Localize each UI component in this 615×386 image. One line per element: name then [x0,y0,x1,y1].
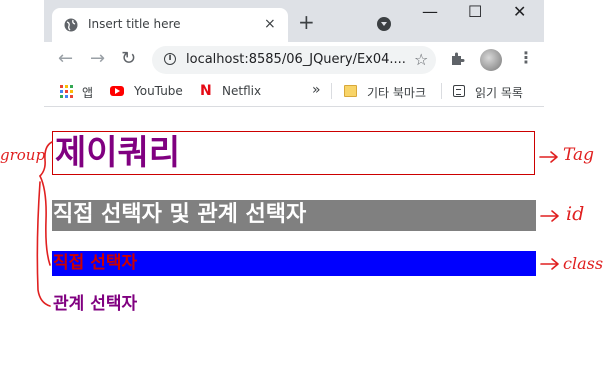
netflix-icon[interactable]: N [200,83,212,99]
bookmarks-divider [441,83,442,99]
tag-arrow [539,151,558,163]
tab-strip: Insert title here × + — ☐ ✕ [44,0,544,42]
maximize-button[interactable]: ☐ [468,4,482,20]
bookmark-reading-list[interactable]: 읽기 목록 [475,84,523,101]
youtube-icon[interactable] [110,86,124,96]
menu-icon[interactable]: ⋮ [518,50,534,66]
url-text[interactable]: localhost:8585/06_JQuery/Ex04.... [186,52,406,67]
new-tab-button[interactable]: + [298,12,315,32]
address-bar[interactable]: i localhost:8585/06_JQuery/Ex04.... ☆ [152,46,436,74]
group-brace [36,181,51,307]
class-annotation: class [563,254,604,273]
bookmarks-more-button[interactable]: » [312,82,321,98]
class-arrow [540,258,559,270]
reload-button[interactable]: ↻ [121,50,136,68]
tab-title: Insert title here [88,17,181,31]
group-brace [39,175,51,266]
tab-close-icon[interactable]: × [264,16,276,32]
globe-icon [64,18,78,32]
bookmark-apps[interactable]: 앱 [82,84,93,101]
id-heading-text: 직접 선택자 및 관계 선택자 [53,202,307,227]
browser-window: Insert title here × + — ☐ ✕ ← → ↻ i loca… [44,0,544,110]
class-text: 직접 선택자 [53,253,138,273]
folder-icon[interactable] [344,85,357,97]
id-annotation: id [566,203,585,225]
reading-list-icon[interactable] [453,85,465,97]
title-tag-box: 제이쿼리 [52,131,535,175]
class-selector-block: 직접 선택자 [52,251,536,276]
close-window-button[interactable]: ✕ [513,4,526,20]
bookmarks-divider [331,83,332,99]
bookmark-netflix[interactable]: Netflix [222,84,261,98]
bookmark-other[interactable]: 기타 북마크 [367,84,426,101]
tab-search-icon[interactable] [377,17,391,31]
bookmarks-bar: 앱 YouTube N Netflix » 기타 북마크 읽기 목록 [44,78,544,107]
puzzle-icon[interactable] [450,51,465,66]
group-annotation: group [0,146,46,164]
minimize-button[interactable]: — [422,4,438,20]
tab-active[interactable]: Insert title here × [52,8,288,42]
id-arrow [540,210,559,222]
apps-icon[interactable] [60,85,74,99]
relation-selector-text: 관계 선택자 [53,294,138,314]
back-button[interactable]: ← [58,50,73,68]
profile-avatar[interactable] [480,49,502,71]
info-icon[interactable]: i [164,53,176,65]
toolbar: ← → ↻ i localhost:8585/06_JQuery/Ex04...… [44,42,544,78]
tag-annotation: Tag [563,145,595,165]
id-selector-heading: 직접 선택자 및 관계 선택자 [52,200,536,231]
star-icon[interactable]: ☆ [414,50,428,69]
page-title: 제이쿼리 [55,133,181,173]
forward-button[interactable]: → [90,50,105,68]
bookmark-youtube[interactable]: YouTube [134,84,183,98]
